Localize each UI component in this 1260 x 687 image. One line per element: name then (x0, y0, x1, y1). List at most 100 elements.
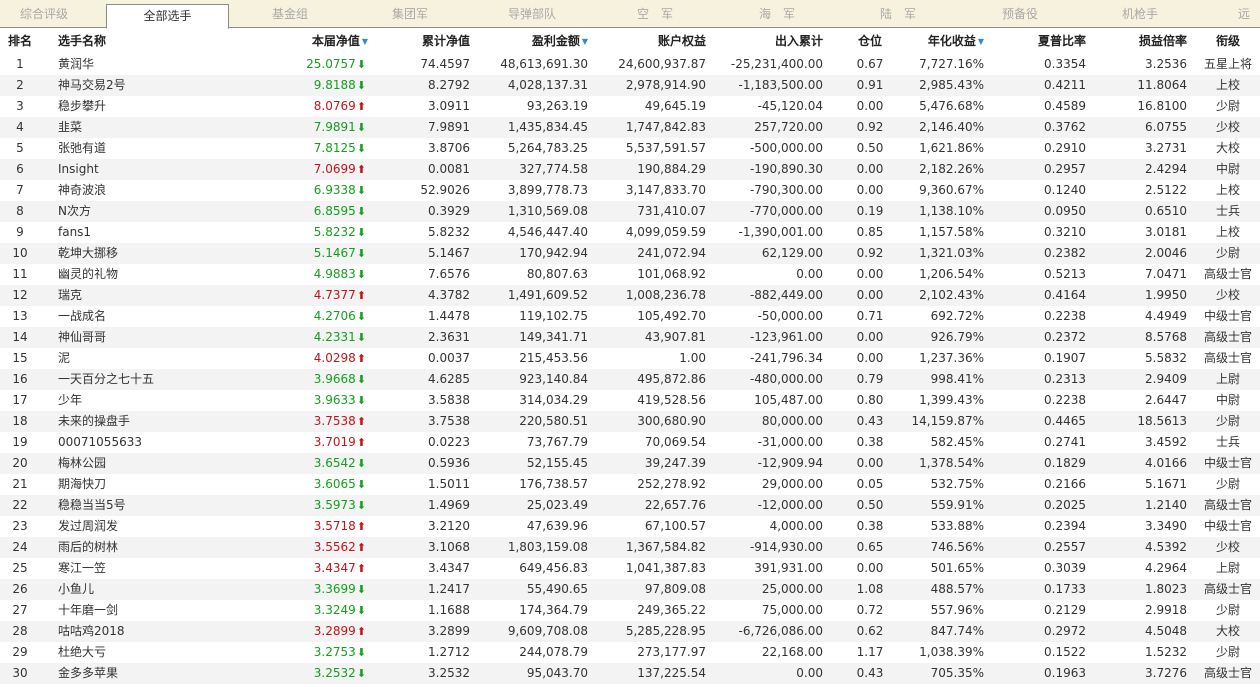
cell-player-name[interactable]: 一天百分之七十五 (58, 369, 248, 390)
cell-player-name[interactable]: 十年磨一剑 (58, 600, 248, 621)
tab-overflow[interactable]: 远 (1238, 0, 1260, 28)
cell-player-name[interactable]: 发过周润发 (58, 516, 248, 537)
cell-player-name[interactable]: 期海快刀 (58, 474, 248, 495)
nav-value: 5.8232 (313, 225, 356, 239)
header-inout-cumulative[interactable]: 出入累计 (716, 30, 823, 52)
tab-army[interactable]: 陆 军 (848, 0, 948, 28)
table-row[interactable]: 27 十年磨一剑 3.3249⬇ 1.1688 174,364.79 249,365.22… (0, 600, 1260, 621)
table-row[interactable]: 2 神马交易2号 9.8188⬇ 8.2792 4,028,137.31 2,978,91… (0, 75, 1260, 96)
cell-pl-ratio: 4.4949 (1145, 309, 1187, 323)
arrow-down-icon: ⬇ (356, 457, 366, 470)
cell-player-name[interactable]: 稳稳当当5号 (58, 495, 248, 516)
cell-current-nav: 4.9883⬇ (260, 264, 366, 285)
cell-player-name[interactable]: 幽灵的礼物 (58, 264, 248, 285)
cell-player-name[interactable]: 雨后的树林 (58, 537, 248, 558)
table-row[interactable]: 10 乾坤大挪移 5.1467⬇ 5.1467 170,942.94 241,072.94… (0, 243, 1260, 264)
cell-player-name[interactable]: N次方 (58, 201, 248, 222)
cell-account-equity: 190,884.29 (637, 162, 706, 176)
table-row[interactable]: 13 一战成名 4.2706⬇ 1.4478 119,102.75 105,492.70 -… (0, 306, 1260, 327)
cell-rank: 20 (12, 456, 28, 470)
cell-rank: 6 (16, 162, 24, 176)
header-position[interactable]: 仓位 (845, 30, 895, 52)
table-row[interactable]: 4 韭菜 7.9891⬇ 7.9891 1,435,834.45 1,747,842.83… (0, 117, 1260, 138)
table-row[interactable]: 8 N次方 6.8595⬇ 0.3929 1,310,569.08 731,410.07 -… (0, 201, 1260, 222)
tab-air-force[interactable]: 空 军 (605, 0, 705, 28)
header-annual-return[interactable]: 年化收益 ▼ (892, 30, 984, 52)
table-row[interactable]: 5 张弛有道 7.8125⬇ 3.8706 5,264,783.25 5,537,591.… (0, 138, 1260, 159)
table-row[interactable]: 3 稳步攀升 8.0769⬆ 3.0911 93,263.19 49,645.19 -45,… (0, 96, 1260, 117)
table-row[interactable]: 1 黄润华 25.0757⬇ 74.4597 48,613,691.30 24,600,9… (0, 54, 1260, 75)
cell-player-name[interactable]: 寒江一笠 (58, 558, 248, 579)
nav-value: 4.0298 (313, 351, 356, 365)
table-row[interactable]: 18 未来的操盘手 3.7538⬆ 3.7538 220,580.51 300,680.9… (0, 411, 1260, 432)
sort-descending-icon[interactable]: ▼ (978, 37, 984, 46)
table-row[interactable]: 17 少年 3.9633⬇ 3.5838 314,034.29 419,528.56 105… (0, 390, 1260, 411)
cell-rank-title: 中级士官 (1203, 456, 1252, 470)
cell-player-name[interactable]: 黄润华 (58, 54, 248, 75)
cell-player-name[interactable]: 小鱼儿 (58, 579, 248, 600)
header-pl-ratio[interactable]: 损益倍率 (1100, 30, 1187, 52)
cell-player-name[interactable]: 瑞克 (58, 285, 248, 306)
cell-player-name[interactable]: 神奇波浪 (58, 180, 248, 201)
cell-player-name[interactable]: 杜绝大亏 (58, 642, 248, 663)
cell-current-nav: 3.5562⬆ (260, 537, 366, 558)
table-row[interactable]: 16 一天百分之七十五 3.9668⬇ 4.6285 923,140.84 495,872… (0, 369, 1260, 390)
sort-descending-icon[interactable]: ▼ (582, 37, 588, 46)
nav-value: 8.0769 (313, 99, 356, 113)
cell-player-name[interactable]: 一战成名 (58, 306, 248, 327)
cell-player-name[interactable]: 未来的操盘手 (58, 411, 248, 432)
header-profit-amount[interactable]: 盈利金额 ▼ (480, 30, 588, 52)
table-row[interactable]: 28 咕咕鸡2018 3.2899⬆ 3.2899 9,609,708.08 5,285,… (0, 621, 1260, 642)
table-row[interactable]: 11 幽灵的礼物 4.9883⬇ 7.6576 80,807.63 101,068.92 0… (0, 264, 1260, 285)
table-row[interactable]: 29 杜绝大亏 3.2753⬇ 1.2712 244,078.79 273,177.97 2… (0, 642, 1260, 663)
table-row[interactable]: 14 神仙哥哥 4.2331⬇ 2.3631 149,341.71 43,907.81 -1… (0, 327, 1260, 348)
cell-player-name[interactable]: 神马交易2号 (58, 75, 248, 96)
table-row[interactable]: 20 梅林公园 3.6542⬇ 0.5936 52,155.45 39,247.39 -12… (0, 453, 1260, 474)
cell-player-name[interactable]: 咕咕鸡2018 (58, 621, 248, 642)
tab-missile-force[interactable]: 导弹部队 (482, 0, 582, 28)
cell-player-name[interactable]: 张弛有道 (58, 138, 248, 159)
cell-pl-ratio: 1.5232 (1145, 645, 1187, 659)
cell-player-name[interactable]: fans1 (58, 222, 248, 243)
table-row[interactable]: 7 神奇波浪 6.9338⬇ 52.9026 3,899,778.73 3,147,833… (0, 180, 1260, 201)
table-row[interactable]: 22 稳稳当当5号 3.5973⬇ 1.4969 25,023.49 22,657.76 -… (0, 495, 1260, 516)
table-row[interactable]: 24 雨后的树林 3.5562⬆ 3.1068 1,803,159.08 1,367,58… (0, 537, 1260, 558)
table-row[interactable]: 25 寒江一笠 3.4347⬆ 3.4347 649,456.83 1,041,387.8… (0, 558, 1260, 579)
cell-player-name[interactable]: 少年 (58, 390, 248, 411)
table-row[interactable]: 21 期海快刀 3.6065⬇ 1.5011 176,738.57 252,278.92 2… (0, 474, 1260, 495)
header-cumulative-nav[interactable]: 累计净值 (380, 30, 470, 52)
table-row[interactable]: 30 金多多苹果 3.2532⬇ 3.2532 95,043.70 137,225.54 0… (0, 663, 1260, 684)
tab-army-group[interactable]: 集团军 (360, 0, 460, 28)
sort-descending-icon[interactable]: ▼ (362, 37, 368, 46)
tab-reserve[interactable]: 预备役 (970, 0, 1070, 28)
cell-player-name[interactable]: 泥 (58, 348, 248, 369)
tab-overall-rating[interactable]: 综合评级 (0, 0, 88, 28)
header-rank[interactable]: 排名 (8, 30, 48, 52)
cell-player-name[interactable]: 韭菜 (58, 117, 248, 138)
cell-player-name[interactable]: 稳步攀升 (58, 96, 248, 117)
table-row[interactable]: 19 00071055633 3.7019⬆ 0.0223 73,767.79 70,06… (0, 432, 1260, 453)
tab-fund-group[interactable]: 基金组 (240, 0, 340, 28)
cell-player-name[interactable]: 梅林公园 (58, 453, 248, 474)
table-row[interactable]: 23 发过周润发 3.5718⬆ 3.2120 47,639.96 67,100.57 4,… (0, 516, 1260, 537)
cell-account-equity: 49,645.19 (644, 99, 706, 113)
cell-player-name[interactable]: Insight (58, 159, 248, 180)
table-row[interactable]: 6 Insight 7.0699⬆ 0.0081 327,774.58 190,884.2… (0, 159, 1260, 180)
header-rank-title[interactable]: 衔级 (1198, 30, 1258, 52)
header-current-nav[interactable]: 本届净值 ▼ (250, 30, 368, 52)
cell-player-name[interactable]: 00071055633 (58, 432, 248, 453)
header-player-name[interactable]: 选手名称 (58, 30, 148, 52)
cell-player-name[interactable]: 乾坤大挪移 (58, 243, 248, 264)
cell-player-name[interactable]: 神仙哥哥 (58, 327, 248, 348)
tab-machine-gunner[interactable]: 机枪手 (1090, 0, 1190, 28)
tab-all-players[interactable]: 全部选手 (106, 4, 229, 29)
table-row[interactable]: 12 瑞克 4.7377⬆ 4.3782 1,491,609.52 1,008,236.7… (0, 285, 1260, 306)
table-row[interactable]: 15 泥 4.0298⬆ 0.0037 215,453.56 1.00 -241,796.3… (0, 348, 1260, 369)
table-row[interactable]: 9 fans1 5.8232⬇ 5.8232 4,546,447.40 4,099,059… (0, 222, 1260, 243)
cell-sharpe-ratio: 0.4589 (1044, 99, 1086, 113)
table-row[interactable]: 26 小鱼儿 3.3699⬇ 1.2417 55,490.65 97,809.08 25,0… (0, 579, 1260, 600)
tab-navy[interactable]: 海 军 (727, 0, 827, 28)
header-sharpe-ratio[interactable]: 夏普比率 (1000, 30, 1086, 52)
header-account-equity[interactable]: 账户权益 (600, 30, 706, 52)
cell-player-name[interactable]: 金多多苹果 (58, 663, 248, 684)
